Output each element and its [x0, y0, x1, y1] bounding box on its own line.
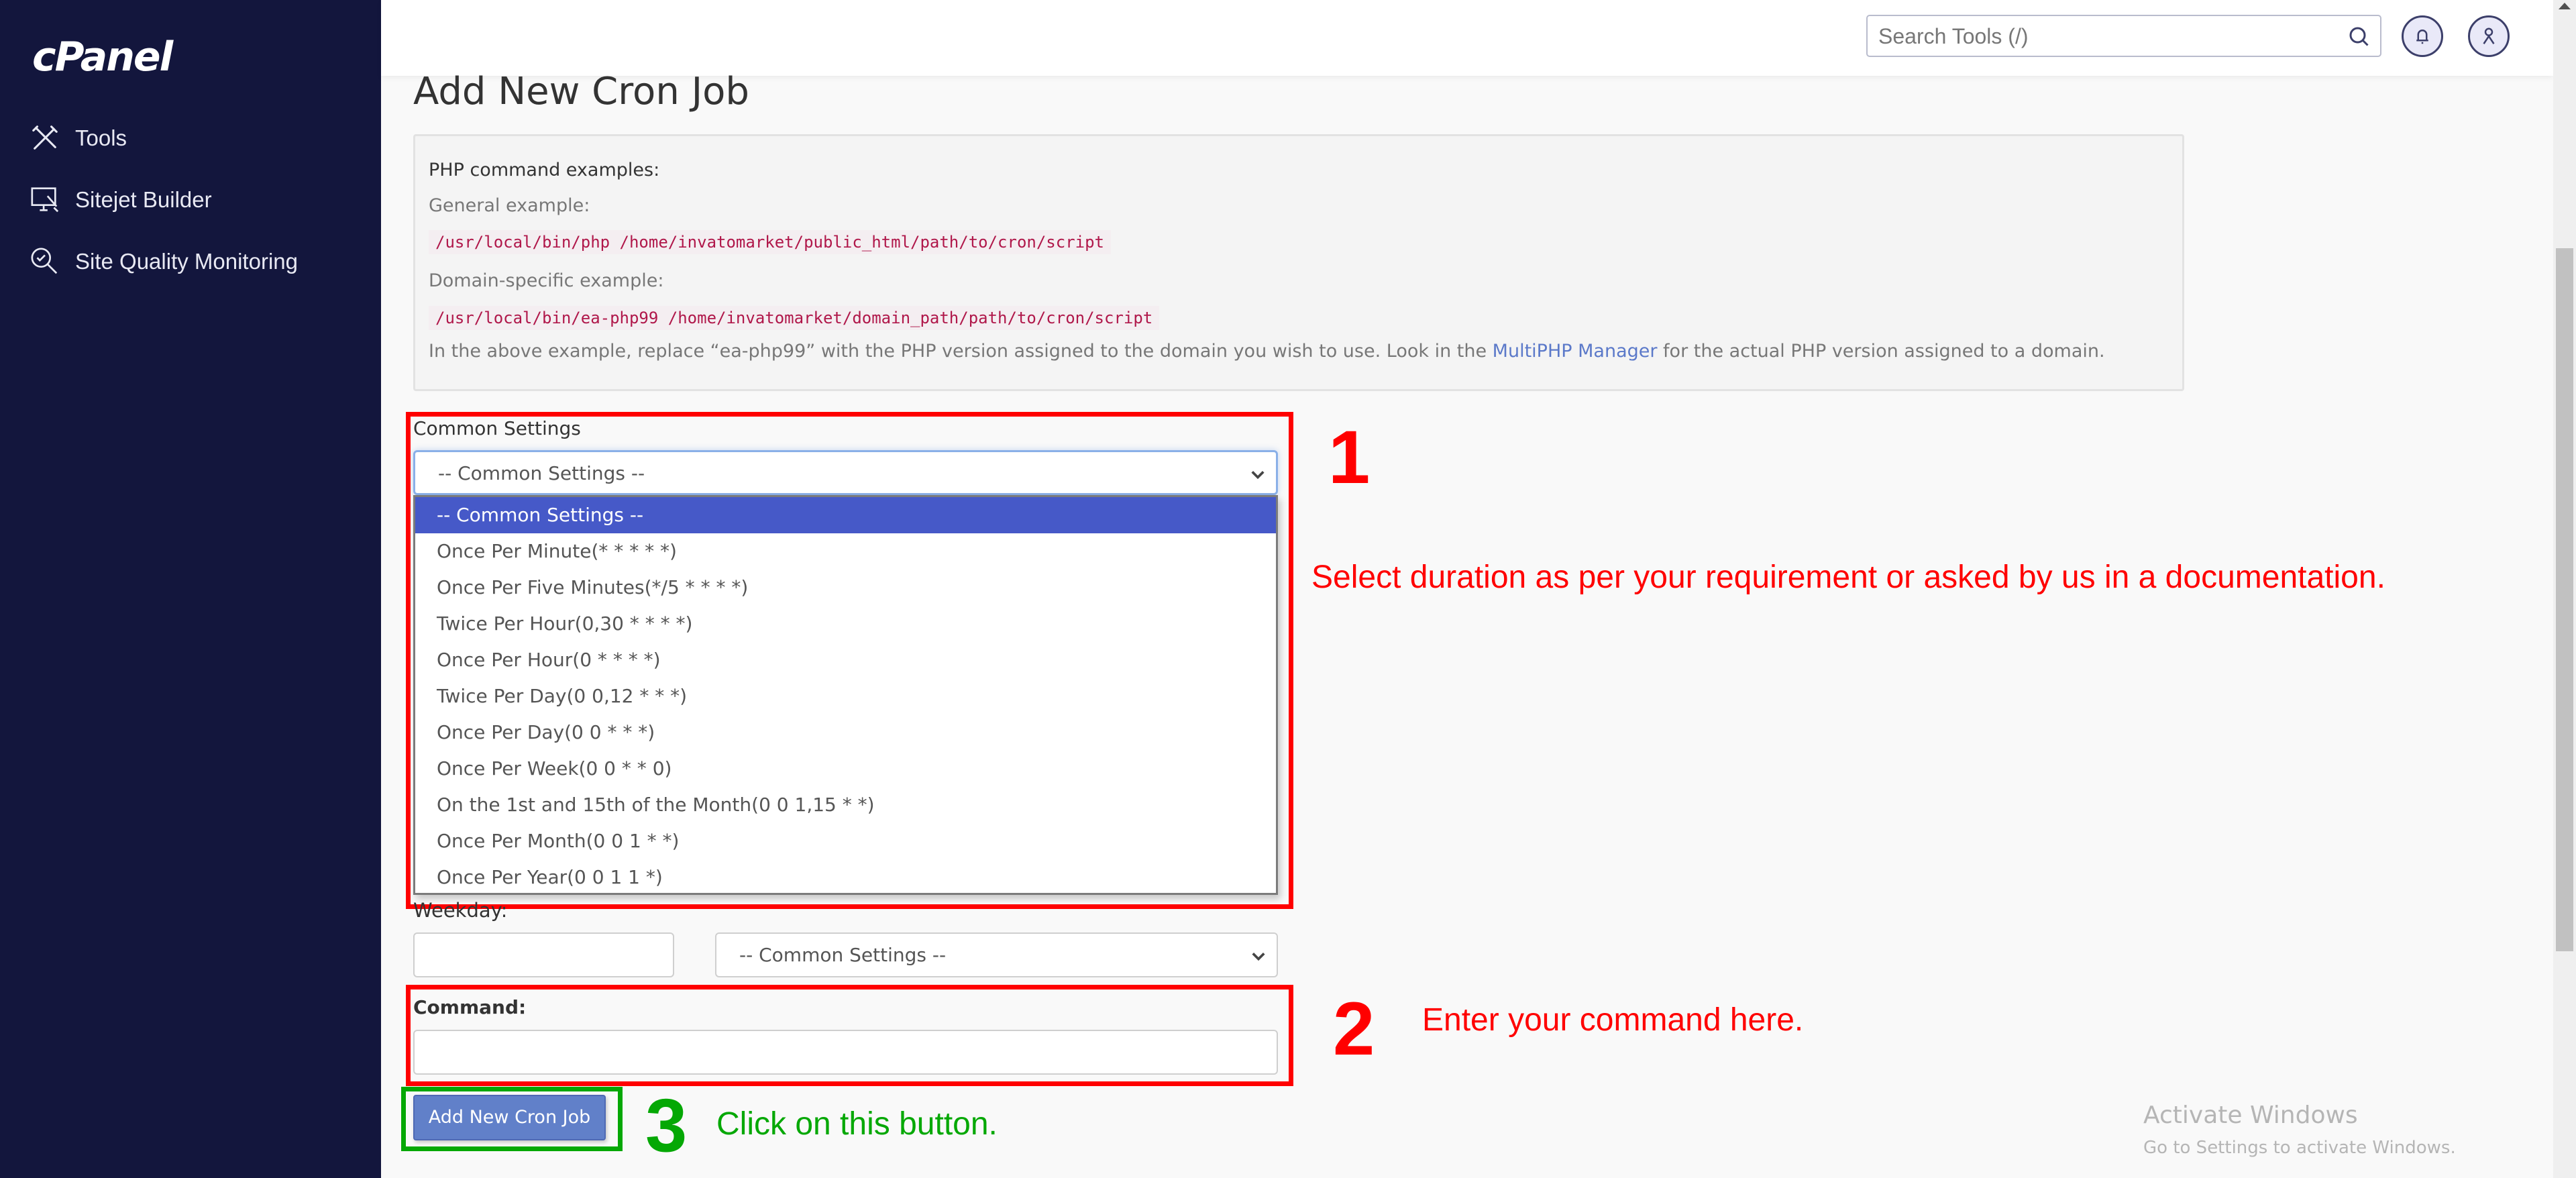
cpanel-logo[interactable]: cPanel	[32, 34, 173, 81]
annotation-step-3-number: 3	[645, 1083, 688, 1167]
annotation-step-2-text: Enter your command here.	[1422, 1002, 1804, 1038]
sidebar: cPanel Tools Sitejet Builder Site Qualit…	[0, 0, 381, 1178]
scroll-up-arrow-icon[interactable]	[2559, 3, 2571, 9]
examples-note-text: In the above example, replace “ea-php99”…	[429, 341, 1493, 362]
examples-note: In the above example, replace “ea-php99”…	[429, 341, 2105, 362]
user-menu-button[interactable]	[2468, 15, 2510, 57]
examples-note-text-end: for the actual PHP version assigned to a…	[1657, 341, 2105, 362]
weekday-label: Weekday:	[413, 899, 508, 922]
page-title: Add New Cron Job	[413, 70, 749, 113]
annotation-box-2	[406, 985, 1293, 1086]
weekday-input[interactable]	[413, 932, 674, 977]
sidebar-item-sitejet-builder[interactable]: Sitejet Builder	[30, 180, 212, 220]
domain-example-label: Domain-specific example:	[429, 270, 664, 291]
weekday-select-value: -- Common Settings --	[739, 944, 947, 966]
site-quality-monitoring-icon	[31, 248, 58, 274]
domain-example-code: /usr/local/bin/ea-php99 /home/invatomark…	[429, 306, 1160, 330]
annotation-box-1	[406, 412, 1293, 909]
sidebar-item-tools[interactable]: Tools	[30, 118, 127, 158]
sidebar-item-label: Sitejet Builder	[75, 187, 212, 212]
tools-icon	[32, 125, 58, 150]
general-example-code: /usr/local/bin/php /home/invatomarket/pu…	[429, 230, 1111, 254]
search-input[interactable]	[1877, 16, 2336, 57]
php-command-examples: PHP command examples: General example: /…	[413, 134, 2184, 391]
annotation-box-3	[401, 1087, 623, 1151]
sidebar-item-site-quality-monitoring[interactable]: Site Quality Monitoring	[30, 242, 298, 282]
sidebar-item-label: Site Quality Monitoring	[75, 249, 298, 274]
search-icon[interactable]	[2347, 24, 2371, 48]
examples-heading: PHP command examples:	[429, 160, 660, 180]
annotation-step-1-text: Select duration as per your requirement …	[1311, 559, 2385, 595]
chevron-down-icon	[1252, 953, 1265, 961]
sidebar-item-label: Tools	[75, 125, 127, 150]
general-example-label: General example:	[429, 195, 590, 216]
search-tools-box[interactable]	[1866, 15, 2381, 57]
page-scrollbar[interactable]	[2553, 0, 2576, 1178]
user-icon	[2483, 28, 2495, 44]
multiphp-manager-link[interactable]: MultiPHP Manager	[1493, 341, 1658, 362]
weekday-common-settings-select[interactable]: -- Common Settings --	[715, 932, 1278, 977]
annotation-step-2-number: 2	[1333, 987, 1375, 1071]
notifications-button[interactable]	[2402, 15, 2443, 57]
annotation-step-3-text: Click on this button.	[716, 1106, 998, 1142]
annotation-step-1-number: 1	[1328, 415, 1371, 499]
activate-windows-title: Activate Windows	[2143, 1102, 2358, 1129]
bell-icon	[2416, 30, 2428, 44]
scrollbar-thumb[interactable]	[2556, 248, 2573, 951]
sitejet-builder-icon	[31, 187, 59, 213]
activate-windows-subtitle: Go to Settings to activate Windows.	[2143, 1138, 2456, 1158]
